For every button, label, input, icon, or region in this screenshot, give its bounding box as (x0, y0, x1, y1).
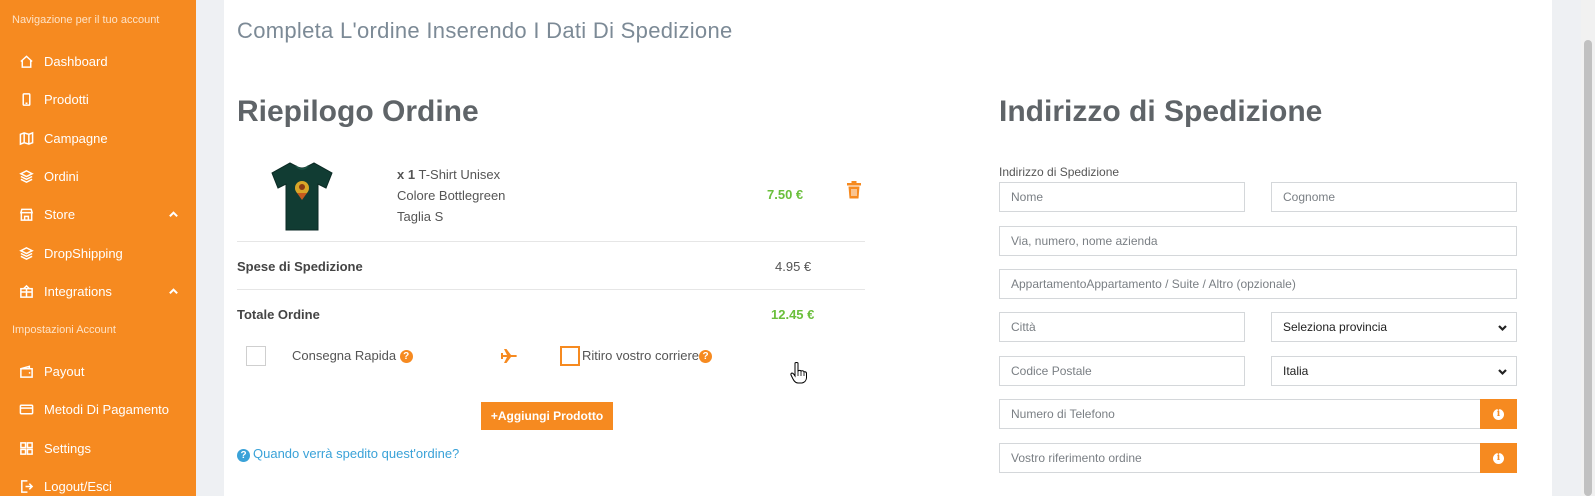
order-reference-input[interactable] (999, 443, 1481, 473)
shipping-time-link-label: Quando verrà spedito quest'ordine? (253, 446, 460, 461)
province-select[interactable]: Seleziona provincia (1271, 312, 1517, 342)
sidebar-item-ordini[interactable]: Ordini (0, 161, 196, 191)
add-product-button[interactable]: + Aggiungi Prodotto (481, 402, 613, 430)
trash-icon[interactable] (846, 181, 862, 199)
sidebar-item-campagne[interactable]: Campagne (0, 123, 196, 153)
grid-icon (18, 440, 34, 456)
street-input[interactable] (999, 226, 1517, 256)
sidebar-item-settings[interactable]: Settings (0, 433, 196, 463)
pickup-checkbox[interactable] (560, 346, 580, 366)
sidebar-item-label: Store (44, 206, 76, 222)
chevron-down-icon (1497, 322, 1508, 333)
package-icon (18, 283, 34, 299)
sidebar: Navigazione per il tuo account Dashboard… (0, 0, 196, 496)
country-select[interactable]: Italia (1271, 356, 1517, 386)
info-icon: i (1493, 408, 1504, 420)
sidebar-section-nav: Navigazione per il tuo account (12, 14, 160, 26)
sidebar-item-label: Metodi Di Pagamento (44, 401, 170, 417)
sidebar-item-label: DropShipping (44, 245, 123, 261)
address-heading: Indirizzo di Spedizione (999, 95, 1323, 128)
phone-info-button[interactable]: i (1480, 399, 1517, 429)
product-thumbnail (271, 162, 333, 231)
chevron-up-icon (168, 208, 180, 220)
address-label: Indirizzo di Spedizione (999, 165, 1120, 179)
product-price: 7.50 € (767, 187, 804, 202)
wallet-icon (18, 363, 34, 379)
total-value: 12.45 € (771, 307, 815, 322)
help-icon[interactable]: ? (699, 350, 713, 363)
product-name: T-Shirt Unisex (418, 167, 501, 182)
total-label: Totale Ordine (237, 307, 320, 322)
question-icon: ? (237, 449, 250, 462)
pickup-label: Ritiro vostro corriere (582, 348, 700, 363)
sidebar-item-label: Ordini (44, 168, 79, 184)
scrollbar[interactable] (1581, 0, 1595, 496)
credit-card-icon (18, 401, 34, 417)
sidebar-item-store[interactable]: Store (0, 199, 196, 229)
country-select-value: Italia (1283, 364, 1309, 378)
sidebar-item-logout[interactable]: Logout/Esci (0, 471, 196, 496)
divider (237, 289, 865, 290)
phone-icon (18, 91, 34, 107)
product-size: Taglia S (397, 209, 444, 224)
surname-input[interactable] (1271, 182, 1517, 212)
page-title: Completa L'ordine Inserendo I Dati Di Sp… (237, 18, 733, 43)
store-icon (18, 206, 34, 222)
name-input[interactable] (999, 182, 1245, 212)
layers-icon (18, 168, 34, 184)
phone-input[interactable] (999, 399, 1481, 429)
map-icon (18, 130, 34, 146)
help-icon[interactable]: ? (399, 350, 413, 363)
chevron-up-icon (168, 285, 180, 297)
add-product-label: Aggiungi Prodotto (497, 409, 604, 423)
sidebar-item-label: Prodotti (44, 91, 89, 107)
info-icon: i (1493, 452, 1504, 464)
hand-cursor-icon (790, 362, 807, 384)
sidebar-item-label: Campagne (44, 130, 108, 146)
province-select-value: Seleziona provincia (1283, 320, 1388, 334)
divider (237, 241, 865, 242)
shipping-time-link[interactable]: ? Quando verrà spedito quest'ordine? (237, 446, 459, 462)
sidebar-item-prodotti[interactable]: Prodotti (0, 84, 196, 114)
product-color: Colore Bottlegreen (397, 188, 506, 203)
sidebar-item-metodi-pagamento[interactable]: Metodi Di Pagamento (0, 394, 196, 424)
sidebar-item-dropshipping[interactable]: DropShipping (0, 238, 196, 268)
plane-icon (501, 349, 517, 363)
express-option: Consegna Rapida ? (292, 348, 413, 363)
layers-icon (18, 245, 34, 261)
pickup-option: Ritiro vostro corriere? (582, 348, 713, 363)
sidebar-item-label: Dashboard (44, 53, 108, 69)
reference-info-button[interactable]: i (1480, 443, 1517, 473)
sidebar-item-label: Settings (44, 440, 91, 456)
sidebar-item-payout[interactable]: Payout (0, 356, 196, 386)
sidebar-item-integrations[interactable]: Integrations (0, 276, 196, 306)
express-checkbox[interactable] (246, 346, 266, 366)
product-name-line: x 1 T-Shirt Unisex (397, 167, 500, 182)
city-input[interactable] (999, 312, 1245, 342)
main-panel: Completa L'ordine Inserendo I Dati Di Sp… (224, 0, 1552, 496)
home-icon (18, 53, 34, 69)
scrollbar-thumb[interactable] (1584, 40, 1592, 496)
logout-icon (18, 478, 34, 494)
sidebar-item-dashboard[interactable]: Dashboard (0, 46, 196, 76)
sidebar-item-label: Payout (44, 363, 85, 379)
express-label: Consegna Rapida (292, 348, 397, 363)
chevron-down-icon (1497, 366, 1508, 377)
sidebar-item-label: Logout/Esci (44, 478, 112, 494)
apartment-input[interactable] (999, 269, 1517, 299)
plus-icon: + (490, 409, 498, 423)
postal-code-input[interactable] (999, 356, 1245, 386)
product-qty: x 1 (397, 167, 416, 182)
shipping-label: Spese di Spedizione (237, 259, 363, 274)
shipping-value: 4.95 € (775, 259, 812, 274)
summary-heading: Riepilogo Ordine (237, 95, 479, 128)
sidebar-section-settings: Impostazioni Account (12, 324, 116, 336)
sidebar-item-label: Integrations (44, 283, 112, 299)
